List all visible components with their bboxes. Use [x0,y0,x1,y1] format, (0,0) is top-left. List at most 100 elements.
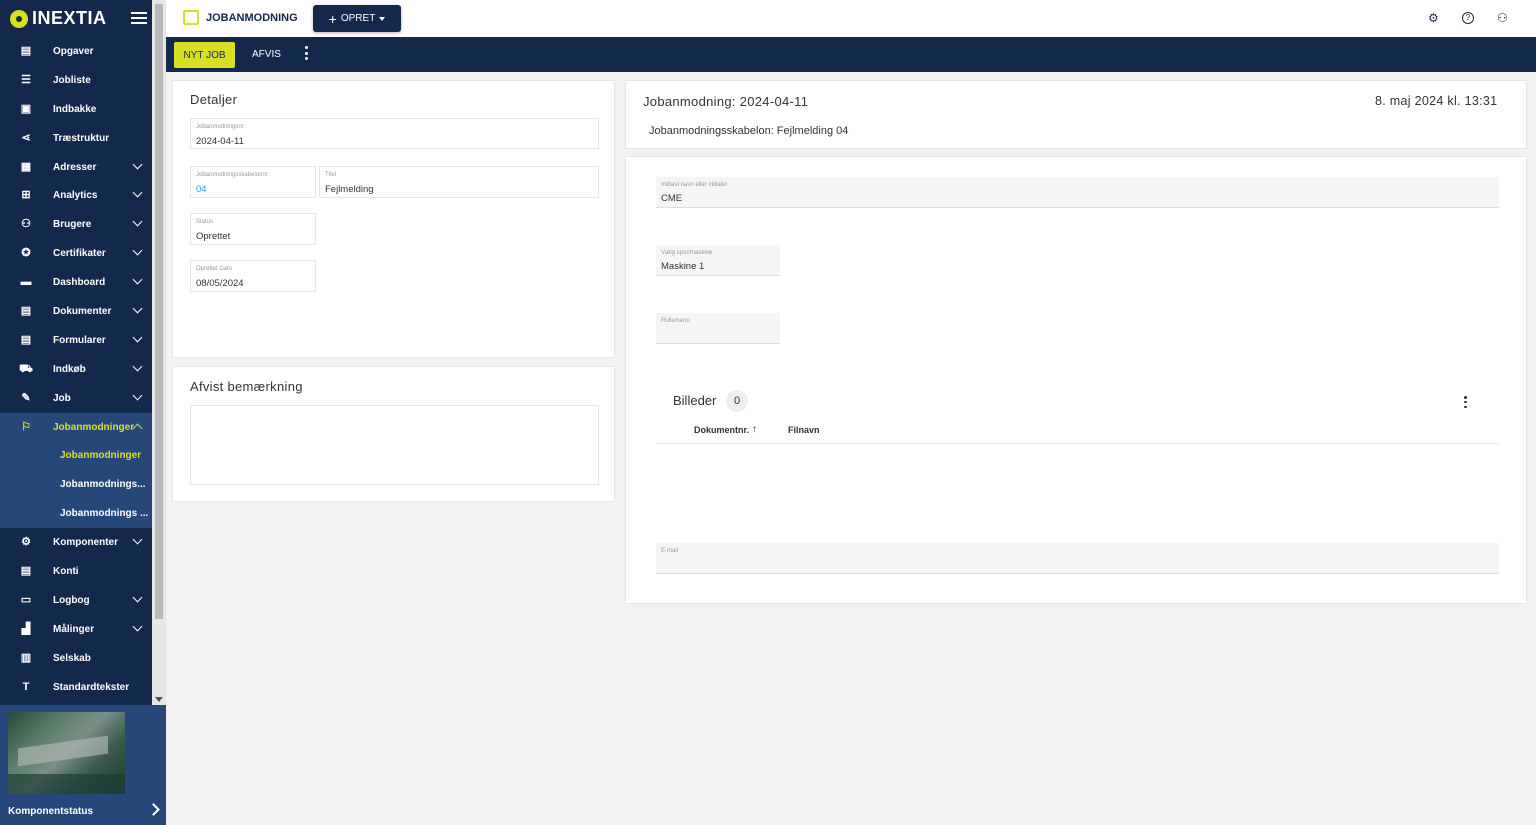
chevron-down-icon[interactable] [132,534,143,545]
chevron-down-icon[interactable] [132,188,143,198]
more-options-icon[interactable] [305,46,308,60]
job-request-icon [183,10,199,25]
images-more-icon[interactable] [1464,396,1467,408]
sidebar-item-certifikater[interactable]: ✪ Certifikater [0,239,152,268]
sidebar-item-icon: ▭ [20,593,32,606]
sidebar-item-label: Målinger [53,623,95,635]
settings-icon[interactable]: ⚙ [1428,11,1439,25]
field-value: Maskine 1 [661,261,705,272]
sidebar-item-label: Opgaver [53,45,94,57]
sidebar-item-analytics[interactable]: ⊞ Analytics [0,181,152,210]
dropdown-select[interactable]: Rullemenu [656,313,780,344]
sidebar-item-icon: ▟ [21,622,31,635]
chevron-down-icon[interactable] [132,245,143,256]
sidebar-item-icon: ✪ [21,247,31,260]
user-icon[interactable]: ⚇ [1497,11,1508,25]
email-input[interactable]: E-mail [656,543,1499,574]
sidebar-item-icon: ▥ [20,651,32,664]
sidebar-item-brugere[interactable]: ⚇ Brugere [0,210,152,239]
chevron-down-icon[interactable] [132,592,143,603]
chevron-down-icon[interactable] [132,303,143,314]
sidebar-item-label: Selskab [53,652,91,664]
brand-name: INEXTIA [32,8,107,28]
sidebar-item-label: Adresser [53,161,97,173]
sidebar-item-job[interactable]: ✎ Job [0,384,152,413]
chevron-down-icon[interactable] [132,274,143,285]
rejected-remark-card: Afvist bemærkning [172,366,615,502]
machine-select[interactable]: Vælg spor/maskine Maskine 1 [656,245,780,276]
field-label: Vælg spor/maskine [661,250,713,256]
scrollbar-thumb[interactable] [155,4,163,619]
created-date-field[interactable]: Oprettet Dato 08/05/2024 [190,260,316,292]
rejected-remark-textarea[interactable] [190,405,599,485]
scroll-down-icon[interactable] [155,697,163,702]
sidebar-item-icon: ▬ [20,276,32,289]
sidebar-item-icon: ☰ [21,73,31,86]
chevron-down-icon[interactable] [132,621,143,632]
chevron-down-icon[interactable] [132,159,143,170]
field-value: CME [661,193,683,204]
sidebar-item-label: Indbakke [53,103,97,115]
component-status-widget[interactable]: Komponentstatus [0,705,166,825]
sidebar: INEXTIA ▤ Opgaver ☰ Jobliste ▣ Indbakke ⋖ Træst… [0,0,166,825]
template-name: Jobanmodningsskabelon: Fejlmelding 04 [649,125,849,137]
sidebar-item-dokumenter[interactable]: ▤ Dokumenter [0,297,152,326]
name-input[interactable]: Indtast navn eller initialer CME [656,177,1499,208]
sidebar-item-label: Træstruktur [53,132,110,144]
widget-label: Komponentstatus [8,806,93,817]
field-label: Status [196,219,214,225]
factory-photo [8,712,125,794]
sidebar-item-icon: ▤ [20,44,32,57]
images-count-badge: 0 [726,390,748,412]
sidebar-item-komponenter[interactable]: ⚙ Komponenter [0,528,152,557]
template-number-field[interactable]: Jobanmodningsskabelonnr. 04 [190,166,316,198]
sidebar-item-label: Standardtekster [53,681,130,693]
sidebar-item-standardtekster[interactable]: T Standardtekster [0,673,152,702]
sidebar-scrollbar[interactable] [152,0,166,705]
sidebar-item-icon: ▤ [20,304,32,317]
create-button[interactable]: + OPRET [313,5,401,32]
sidebar-subitem[interactable]: Jobanmodninger [0,441,152,471]
status-field[interactable]: Status Oprettet [190,213,316,245]
rejected-title: Afvist bemærkning [190,379,303,394]
title-field[interactable]: Titel Fejlmelding [319,166,599,198]
chevron-down-icon[interactable] [132,390,143,401]
sidebar-item-label: Certifikater [53,248,106,260]
request-header-card: Jobanmodning: 2024-04-11 8. maj 2024 kl.… [625,80,1527,149]
sidebar-item-label: Indkøb [53,363,86,375]
sidebar-subitem[interactable]: Jobanmodnings... [0,470,152,500]
sort-ascending-icon[interactable]: ↑ [752,424,757,435]
sidebar-item-målinger[interactable]: ▟ Målinger [0,615,152,644]
sidebar-item-selskab[interactable]: ▥ Selskab [0,644,152,673]
sidebar-subitem[interactable]: Jobanmodnings ... [0,499,152,529]
chevron-right-icon[interactable] [147,803,160,816]
menu-toggle-icon[interactable] [131,12,147,24]
sidebar-item-konti[interactable]: ▤ Konti [0,557,152,586]
sidebar-item-opgaver[interactable]: ▤ Opgaver [0,37,152,66]
page-title: JOBANMODNING [206,12,298,24]
field-label: Oprettet Dato [196,266,233,272]
sidebar-item-logbog[interactable]: ▭ Logbog [0,586,152,615]
chevron-down-icon[interactable] [132,216,143,227]
sidebar-item-adresser[interactable]: ▦ Adresser [0,153,152,182]
sidebar-item-label: Formularer [53,334,106,346]
new-job-button[interactable]: NYT JOB [174,42,235,68]
request-number-field[interactable]: Jobanmodningsnr. 2024-04-11 [190,118,599,149]
sidebar-item-indbakke[interactable]: ▣ Indbakke [0,95,152,124]
sidebar-item-jobliste[interactable]: ☰ Jobliste [0,66,152,95]
help-icon[interactable]: ? [1462,12,1474,24]
reject-button[interactable]: AFVIS [252,49,281,60]
details-title: Detaljer [190,92,238,107]
field-value: Oprettet [196,231,231,242]
sidebar-item-icon: ⚙ [21,536,31,549]
sidebar-item-jobanmodninger[interactable]: ⚐ Jobanmodninger [0,412,152,442]
column-header-document[interactable]: Dokumentnr. [694,425,749,435]
sidebar-item-indkøb[interactable]: ⛟ Indkøb [0,355,152,384]
sidebar-item-træstruktur[interactable]: ⋖ Træstruktur [0,124,152,153]
chevron-down-icon[interactable] [132,332,143,343]
chevron-down-icon[interactable] [132,361,143,372]
template-link[interactable]: 04 [196,184,207,195]
sidebar-item-formularer[interactable]: ▤ Formularer [0,326,152,355]
column-header-filename[interactable]: Filnavn [788,425,820,435]
sidebar-item-dashboard[interactable]: ▬ Dashboard [0,268,152,297]
